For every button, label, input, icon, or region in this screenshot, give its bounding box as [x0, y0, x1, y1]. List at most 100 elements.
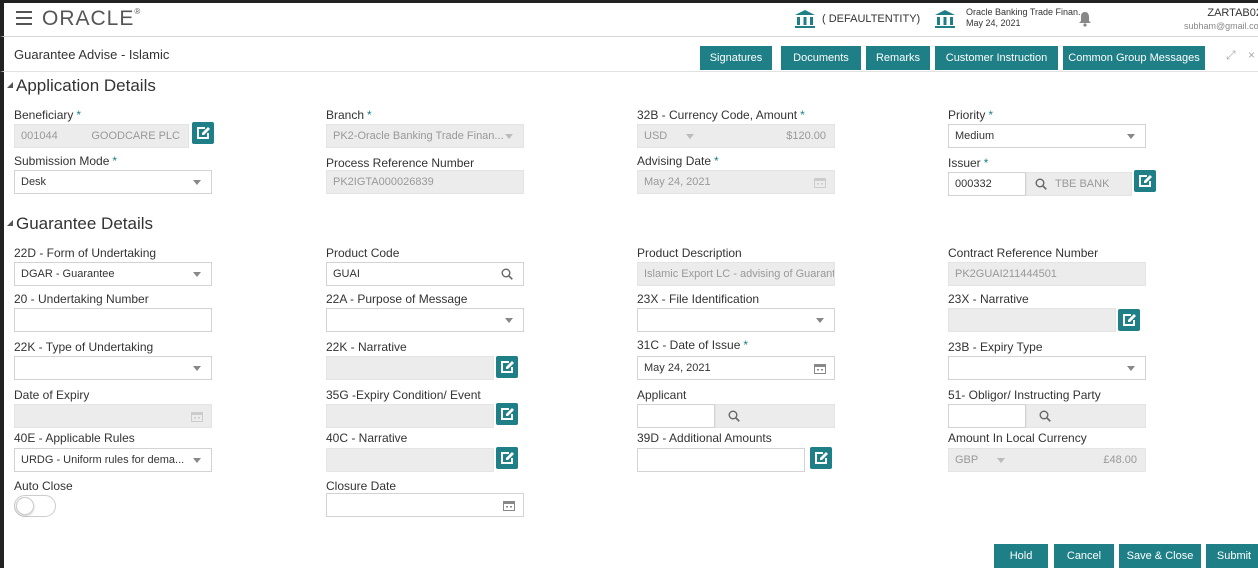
- chevron-down-icon: [816, 318, 824, 323]
- search-icon[interactable]: [1035, 178, 1047, 190]
- auto-close-toggle[interactable]: [14, 495, 56, 517]
- branch-select: PK2-Oracle Banking Trade Finan...: [326, 124, 524, 148]
- branch-name: Oracle Banking Trade Finan...: [966, 7, 1086, 17]
- search-icon[interactable]: [1039, 410, 1051, 422]
- obligor-label: 51- Obligor/ Instructing Party: [948, 388, 1101, 402]
- narrative-23x-field: [948, 308, 1116, 332]
- cancel-button[interactable]: Cancel: [1054, 544, 1114, 568]
- priority-select[interactable]: Medium: [948, 124, 1146, 148]
- save-close-button[interactable]: Save & Close: [1119, 544, 1201, 568]
- expiry-condition-field: [326, 404, 494, 428]
- contract-reference-field: PK2GUAI211444501: [948, 262, 1146, 286]
- additional-amounts-field[interactable]: [637, 448, 805, 472]
- chevron-down-icon: [505, 134, 513, 139]
- branch-date: May 24, 2021: [966, 18, 1021, 28]
- beneficiary-edit-icon[interactable]: [192, 122, 214, 144]
- calendar-icon[interactable]: [503, 500, 515, 511]
- date-of-issue-field[interactable]: May 24, 2021: [637, 356, 835, 380]
- close-icon[interactable]: ×: [1248, 48, 1255, 62]
- currency-amount-field: USD $120.00: [637, 124, 835, 148]
- obligor-id-input[interactable]: [948, 404, 1026, 428]
- top-bar: ORACLE® ( DEFAULTENTITY) Oracle Banking …: [0, 0, 1258, 37]
- undertaking-number-input[interactable]: [14, 308, 212, 332]
- date-of-issue-label: 31C - Date of Issue *: [637, 338, 749, 352]
- applicant-id-input[interactable]: [637, 404, 715, 428]
- product-code-field[interactable]: GUAI: [326, 262, 524, 286]
- product-code-label: Product Code: [326, 246, 400, 260]
- issuer-id-field[interactable]: 000332: [948, 172, 1026, 196]
- form-of-undertaking-select[interactable]: DGAR - Guarantee: [14, 262, 212, 286]
- notification-bell-icon[interactable]: [1078, 11, 1092, 27]
- submit-button[interactable]: Submit: [1206, 544, 1258, 568]
- applicant-name-field: [715, 404, 835, 428]
- application-details-header[interactable]: Application Details: [7, 76, 156, 96]
- process-reference-label: Process Reference Number: [326, 156, 475, 170]
- date-of-expiry-label: Date of Expiry: [14, 388, 90, 402]
- entity-selector[interactable]: ( DEFAULTENTITY): [822, 13, 920, 25]
- currency-amount-label: 32B - Currency Code, Amount *: [637, 108, 805, 122]
- remarks-button[interactable]: Remarks: [866, 46, 930, 70]
- additional-amounts-label: 39D - Additional Amounts: [637, 431, 772, 445]
- expiry-type-label: 23B - Expiry Type: [948, 340, 1043, 354]
- narrative-40c-label: 40C - Narrative: [326, 431, 408, 445]
- chevron-down-icon: [193, 272, 201, 277]
- issuer-edit-icon[interactable]: [1134, 170, 1156, 192]
- chevron-down-icon: [193, 458, 201, 463]
- oracle-logo: ORACLE®: [42, 7, 142, 30]
- obligor-name-field: [1026, 404, 1146, 428]
- date-of-expiry-field: [14, 404, 212, 428]
- chevron-down-icon: [1127, 366, 1135, 371]
- narrative-40c-edit-icon[interactable]: [496, 447, 518, 469]
- search-icon[interactable]: [501, 268, 513, 280]
- chevron-down-icon: [505, 318, 513, 323]
- purpose-of-message-select[interactable]: [326, 308, 524, 332]
- toggle-knob: [16, 497, 34, 515]
- file-identification-select[interactable]: [637, 308, 835, 332]
- calendar-icon: [814, 178, 826, 188]
- narrative-22k-edit-icon[interactable]: [496, 356, 518, 378]
- expiry-condition-edit-icon[interactable]: [496, 403, 518, 425]
- hold-button[interactable]: Hold: [994, 544, 1048, 568]
- amount-local-field: GBP £48.00: [948, 448, 1146, 472]
- beneficiary-label: Beneficiary *: [14, 108, 82, 122]
- common-group-messages-button[interactable]: Common Group Messages: [1063, 46, 1205, 70]
- chevron-down-icon: [193, 180, 201, 185]
- search-icon[interactable]: [728, 410, 740, 422]
- beneficiary-field: 001044 GOODCARE PLC: [14, 124, 189, 148]
- closure-date-field[interactable]: [326, 493, 524, 517]
- amount-value: $120.00: [786, 130, 826, 142]
- hamburger-menu-icon[interactable]: [16, 11, 32, 25]
- branch-selector[interactable]: Oracle Banking Trade Finan... May 24, 20…: [966, 7, 1086, 29]
- guarantee-details-header[interactable]: Guarantee Details: [7, 214, 153, 234]
- branch-bank-icon: [934, 9, 956, 29]
- issuer-label: Issuer *: [948, 156, 989, 170]
- calendar-icon[interactable]: [814, 363, 826, 374]
- chevron-down-icon: [1127, 134, 1135, 139]
- currency-code: USD: [644, 130, 668, 142]
- customer-instruction-button[interactable]: Customer Instruction: [935, 46, 1058, 70]
- applicable-rules-select[interactable]: URDG - Uniform rules for dema...: [14, 448, 212, 472]
- expiry-type-select[interactable]: [948, 356, 1146, 380]
- applicant-label: Applicant: [637, 388, 687, 402]
- submission-mode-select[interactable]: Desk: [14, 170, 212, 194]
- type-of-undertaking-select[interactable]: [14, 356, 212, 380]
- beneficiary-id: 001044: [21, 130, 58, 142]
- file-identification-label: 23X - File Identification: [637, 292, 760, 306]
- user-menu[interactable]: ZARTAB02 subham@gmail.com: [1184, 7, 1258, 33]
- narrative-23x-edit-icon[interactable]: [1118, 309, 1140, 331]
- expiry-condition-label: 35G -Expiry Condition/ Event: [326, 388, 481, 402]
- narrative-23x-label: 23X - Narrative: [948, 292, 1029, 306]
- signatures-button[interactable]: Signatures: [700, 46, 772, 70]
- main-content: Application Details Beneficiary * Branch *…: [0, 72, 1258, 568]
- local-amount-value: £48.00: [1103, 454, 1137, 466]
- expand-icon[interactable]: ⤢: [1226, 48, 1236, 63]
- submission-mode-label: Submission Mode *: [14, 154, 118, 168]
- advising-date-field: May 24, 2021: [637, 170, 835, 194]
- undertaking-number-label: 20 - Undertaking Number: [14, 292, 149, 306]
- calendar-icon: [191, 412, 203, 422]
- collapse-triangle-icon: [7, 220, 13, 226]
- chevron-down-icon: [997, 458, 1005, 463]
- documents-button[interactable]: Documents: [781, 46, 861, 70]
- additional-amounts-edit-icon[interactable]: [810, 447, 832, 469]
- user-email: subham@gmail.com: [1184, 21, 1258, 31]
